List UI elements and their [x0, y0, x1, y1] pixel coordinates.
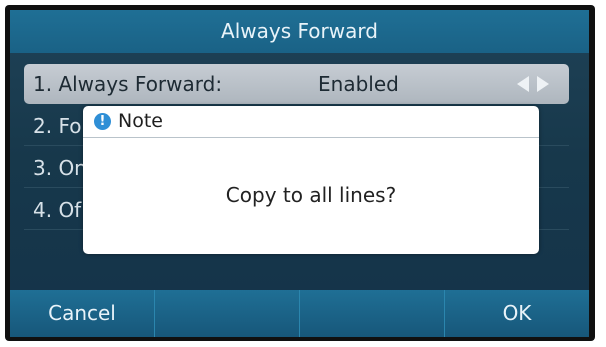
screen-title: Always Forward — [10, 10, 589, 53]
menu-item-label: 2. Fo — [33, 114, 82, 138]
menu-item-label: 3. On — [33, 156, 87, 180]
left-arrow-icon[interactable] — [517, 76, 529, 92]
right-arrow-icon[interactable] — [537, 76, 549, 92]
ok-softkey[interactable]: OK — [445, 290, 589, 337]
softkey-3[interactable] — [300, 290, 445, 337]
cancel-softkey[interactable]: Cancel — [10, 290, 155, 337]
menu-item-value: Enabled — [318, 72, 399, 96]
dialog-message: Copy to all lines? — [225, 183, 397, 207]
phone-screen: Always Forward 1. Always Forward: Enable… — [10, 10, 589, 337]
menu-item-always-forward[interactable]: 1. Always Forward: Enabled — [24, 64, 569, 104]
softkey-bar: Cancel OK — [10, 290, 589, 337]
menu-item-label: 4. Of — [33, 198, 82, 222]
dialog-title: Note — [118, 110, 163, 132]
softkey-2[interactable] — [155, 290, 300, 337]
menu-item-label: 1. Always Forward: — [33, 72, 223, 96]
note-dialog: ! Note Copy to all lines? — [83, 106, 539, 254]
dialog-header: ! Note — [83, 106, 539, 138]
info-icon: ! — [94, 113, 111, 130]
value-switch[interactable] — [517, 64, 549, 104]
